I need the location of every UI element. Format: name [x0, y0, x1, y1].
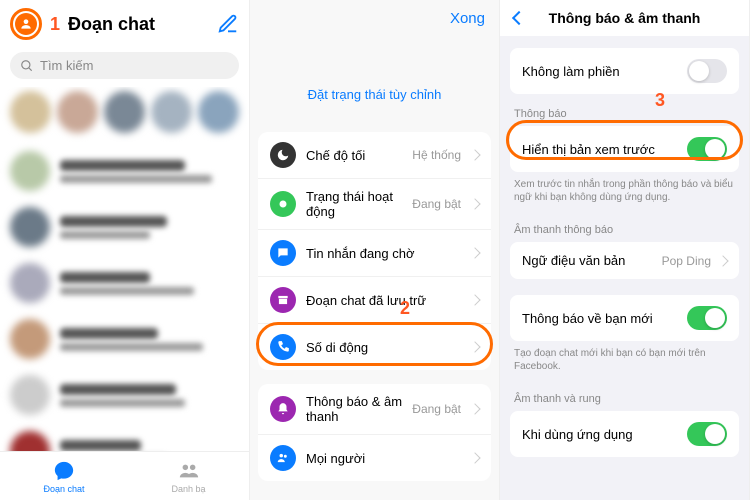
step-marker-2: 2 — [400, 298, 410, 319]
chevron-right-icon — [469, 198, 480, 209]
toggle-new-friend[interactable] — [687, 306, 727, 330]
step-marker-1: 1 — [50, 14, 60, 35]
story-item[interactable] — [57, 91, 98, 133]
tab-contacts[interactable]: Danh bạ — [171, 460, 205, 494]
chat-list — [0, 143, 249, 479]
notif-header: Thông báo & âm thanh — [500, 0, 749, 36]
card-dnd: Không làm phiền — [510, 48, 739, 94]
chevron-right-icon — [717, 255, 728, 266]
chevron-right-icon — [469, 247, 480, 258]
chat-icon — [53, 460, 75, 482]
chevron-right-icon — [469, 149, 480, 160]
chats-header: 1 Đoạn chat — [0, 0, 249, 48]
phone-icon — [270, 334, 296, 360]
bell-icon — [270, 396, 296, 422]
chat-row[interactable] — [10, 255, 239, 311]
section-sound: Âm thanh thông báo — [510, 210, 739, 242]
row-message-requests[interactable]: Tin nhắn đang chờ — [258, 229, 491, 276]
story-row — [0, 87, 249, 143]
done-button[interactable]: Xong — [450, 10, 485, 27]
card-tone: Ngữ điệu văn bản Pop Ding — [510, 242, 739, 279]
chat-row[interactable] — [10, 311, 239, 367]
chat-icon — [270, 240, 296, 266]
tab-contacts-label: Danh bạ — [171, 484, 205, 494]
tab-chats-label: Đoạn chat — [43, 484, 84, 494]
row-active-status[interactable]: Trạng thái hoạt độngĐang bật — [258, 178, 491, 229]
row-dnd[interactable]: Không làm phiền — [510, 48, 739, 94]
profile-avatar-button[interactable] — [10, 8, 42, 40]
dot-icon — [270, 191, 296, 217]
story-item[interactable] — [151, 91, 192, 133]
story-item[interactable] — [10, 91, 51, 133]
step-marker-3: 3 — [655, 90, 665, 111]
toggle-in-app[interactable] — [687, 422, 727, 446]
search-icon — [20, 59, 34, 73]
row-notifications-sound[interactable]: Thông báo & âm thanhĐang bật — [258, 384, 491, 434]
moon-icon — [270, 142, 296, 168]
row-archived[interactable]: Đoạn chat đã lưu trữ — [258, 276, 491, 323]
section-notif: Thông báo — [510, 94, 739, 126]
chat-row[interactable] — [10, 143, 239, 199]
chevron-right-icon — [469, 403, 480, 414]
settings-group-2: Thông báo & âm thanhĐang bật Mọi người — [258, 384, 491, 481]
settings-group-1: Chế độ tốiHệ thống Trạng thái hoạt độngĐ… — [258, 132, 491, 370]
row-in-app[interactable]: Khi dùng ứng dụng — [510, 411, 739, 457]
row-new-friend[interactable]: Thông báo về bạn mới — [510, 295, 739, 341]
chevron-right-icon — [469, 294, 480, 305]
archive-icon — [270, 287, 296, 313]
chats-title: Đoạn chat — [68, 14, 209, 35]
chat-row[interactable] — [10, 367, 239, 423]
avatar-icon — [15, 13, 37, 35]
card-new-friend: Thông báo về bạn mới — [510, 295, 739, 341]
row-mobile[interactable]: Số di động — [258, 323, 491, 370]
chevron-right-icon — [469, 341, 480, 352]
section-vibrate: Âm thanh và rung — [510, 379, 739, 411]
notif-content: Không làm phiền Thông báo Hiển thị bản x… — [500, 36, 749, 457]
chevron-right-icon — [469, 452, 480, 463]
row-people[interactable]: Mọi người — [258, 434, 491, 481]
card-preview: Hiển thị bản xem trước — [510, 126, 739, 172]
card-in-app: Khi dùng ứng dụng — [510, 411, 739, 457]
search-input[interactable]: Tìm kiếm — [10, 52, 239, 79]
search-placeholder: Tìm kiếm — [40, 58, 93, 73]
toggle-preview[interactable] — [687, 137, 727, 161]
chat-row[interactable] — [10, 199, 239, 255]
story-item[interactable] — [104, 91, 145, 133]
row-dark-mode[interactable]: Chế độ tốiHệ thống — [258, 132, 491, 178]
tab-chats[interactable]: Đoạn chat — [43, 460, 84, 494]
notif-title: Thông báo & âm thanh — [514, 10, 735, 26]
bottom-tabs: Đoạn chat Danh bạ — [0, 451, 249, 500]
preview-help: Xem trước tin nhắn trong phần thông báo … — [510, 172, 739, 210]
people-icon — [178, 460, 200, 482]
compose-icon[interactable] — [217, 13, 239, 35]
screen-notifications: Thông báo & âm thanh Không làm phiền Thô… — [500, 0, 750, 500]
custom-status-link[interactable]: Đặt trạng thái tùy chỉnh — [250, 37, 499, 132]
toggle-dnd[interactable] — [687, 59, 727, 83]
row-preview[interactable]: Hiển thị bản xem trước — [510, 126, 739, 172]
people-icon — [270, 445, 296, 471]
screen-settings: Xong Đặt trạng thái tùy chỉnh Chế độ tối… — [250, 0, 500, 500]
new-friend-help: Tạo đoạn chat mới khi bạn có bạn mới trê… — [510, 341, 739, 379]
screen-chats: 1 Đoạn chat Tìm kiếm Đoạn chat Danh bạ — [0, 0, 250, 500]
story-item[interactable] — [198, 91, 239, 133]
settings-header: Xong — [250, 0, 499, 37]
row-tone[interactable]: Ngữ điệu văn bản Pop Ding — [510, 242, 739, 279]
